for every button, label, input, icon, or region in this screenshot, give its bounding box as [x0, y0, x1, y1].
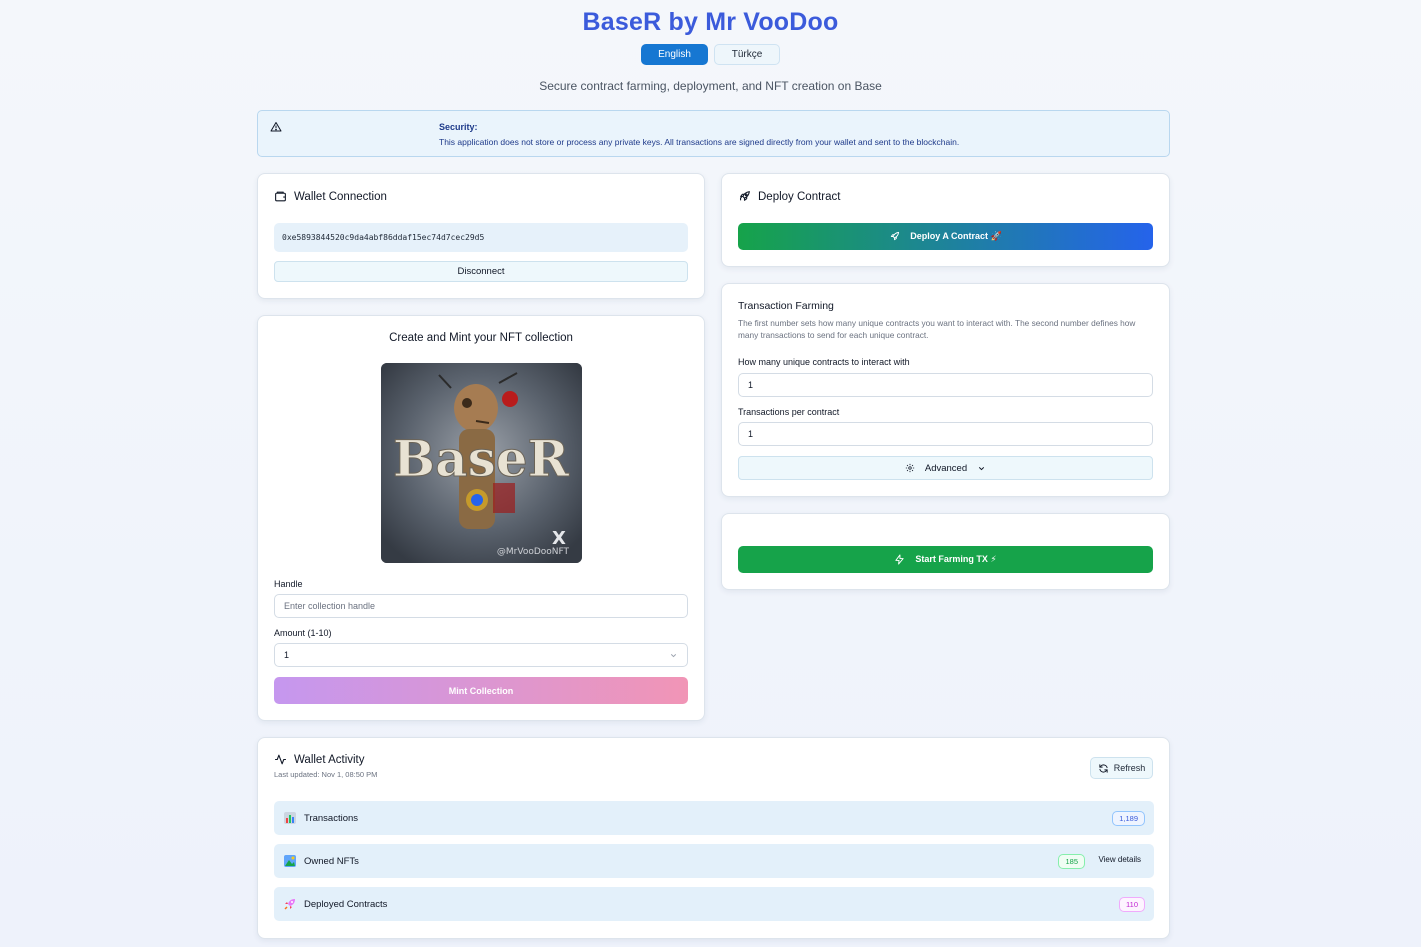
wallet-address: 0xe5893844520c9da4abf86ddaf15ec74d7cec29…	[274, 223, 688, 252]
activity-row-transactions[interactable]: Transactions 1,189	[274, 801, 1154, 835]
activity-card-header: Wallet Activity	[274, 753, 365, 766]
rocket-icon	[284, 898, 296, 910]
rocket-icon	[738, 190, 751, 203]
wallet-activity-card: Wallet Activity Last updated: Nov 1, 08:…	[257, 737, 1170, 939]
deployed-contracts-count-badge: 110	[1119, 897, 1145, 912]
language-english-button[interactable]: English	[641, 44, 708, 65]
page-subtitle: Secure contract farming, deployment, and…	[539, 79, 882, 93]
handle-label: Handle	[274, 579, 303, 589]
deploy-button-label: Deploy A Contract 🚀	[910, 231, 1002, 241]
picture-icon	[284, 855, 296, 867]
activity-row-owned-nfts[interactable]: Owned NFTs 185 View details	[274, 844, 1154, 878]
nft-collection-card: Create and Mint your NFT collection Base…	[257, 315, 705, 721]
rocket-icon	[889, 231, 900, 242]
wallet-connection-card: Wallet Connection 0xe5893844520c9da4abf8…	[257, 173, 705, 299]
last-updated-text: Last updated: Nov 1, 08:50 PM	[274, 770, 378, 779]
security-title: Security:	[439, 122, 478, 132]
advanced-toggle-button[interactable]: Advanced	[738, 456, 1153, 480]
security-notice: Security: This application does not stor…	[257, 110, 1170, 157]
contracts-count-label: How many unique contracts to interact wi…	[738, 357, 910, 367]
advanced-label: Advanced	[924, 462, 968, 474]
svg-text:BaseR: BaseR	[393, 429, 570, 488]
deploy-card-title: Deploy Contract	[758, 190, 841, 203]
handle-input[interactable]: Enter collection handle	[274, 594, 688, 618]
refresh-label: Refresh	[1113, 763, 1146, 773]
activity-card-title: Wallet Activity	[294, 753, 365, 766]
lightning-icon	[894, 554, 905, 565]
svg-text:X: X	[552, 528, 566, 549]
disconnect-button[interactable]: Disconnect	[274, 261, 688, 282]
tx-per-contract-input[interactable]: 1	[738, 422, 1153, 446]
security-text: This application does not store or proce…	[439, 137, 960, 147]
activity-row-deployed-contracts[interactable]: Deployed Contracts 110	[274, 887, 1154, 921]
deploy-contract-card: Deploy Contract Deploy A Contract 🚀	[721, 173, 1170, 267]
activity-row-label: Transactions	[304, 812, 359, 824]
warning-icon	[270, 121, 282, 133]
header: BaseR by Mr VooDoo English Türkçe Secure…	[0, 0, 1421, 93]
chevron-down-icon	[977, 464, 986, 473]
wallet-card-header: Wallet Connection	[274, 190, 387, 203]
tx-per-contract-label: Transactions per contract	[738, 407, 840, 417]
farming-card-title: Transaction Farming	[738, 300, 834, 312]
deploy-card-header: Deploy Contract	[738, 190, 840, 203]
language-turkish-button[interactable]: Türkçe	[714, 44, 780, 65]
wallet-card-title: Wallet Connection	[294, 190, 387, 203]
page-title: BaseR by Mr VooDoo	[582, 8, 839, 36]
activity-icon	[274, 753, 287, 766]
amount-label: Amount (1-10)	[274, 628, 332, 638]
wallet-icon	[274, 190, 287, 203]
activity-row-label: Deployed Contracts	[304, 898, 388, 910]
refresh-button[interactable]: Refresh	[1090, 757, 1153, 779]
deploy-contract-button[interactable]: Deploy A Contract 🚀	[738, 223, 1153, 250]
nft-preview-image: BaseR X @MrVooDooNFT	[381, 363, 582, 563]
contracts-count-input[interactable]: 1	[738, 373, 1153, 397]
amount-select[interactable]: 1	[274, 643, 688, 667]
language-switcher: English Türkçe	[0, 44, 1421, 65]
farming-description: The first number sets how many unique co…	[738, 318, 1136, 341]
transaction-farming-card: Transaction Farming The first number set…	[721, 283, 1170, 497]
start-farming-label: Start Farming TX ⚡	[915, 554, 997, 564]
bar-chart-icon	[284, 812, 296, 824]
amount-select-value: 1	[284, 650, 290, 660]
nft-card-title: Create and Mint your NFT collection	[389, 332, 573, 344]
chevron-down-icon	[669, 651, 678, 660]
owned-nfts-count-badge: 185	[1058, 854, 1085, 869]
start-farming-card: Start Farming TX ⚡	[721, 513, 1170, 590]
transactions-count-badge: 1,189	[1112, 811, 1145, 826]
view-details-link[interactable]: View details	[1098, 855, 1141, 864]
refresh-icon	[1098, 763, 1109, 774]
svg-text:@MrVooDooNFT: @MrVooDooNFT	[497, 547, 570, 557]
start-farming-button[interactable]: Start Farming TX ⚡	[738, 546, 1153, 573]
activity-row-label: Owned NFTs	[304, 855, 359, 867]
gear-icon	[905, 463, 915, 473]
mint-collection-button[interactable]: Mint Collection	[274, 677, 688, 704]
